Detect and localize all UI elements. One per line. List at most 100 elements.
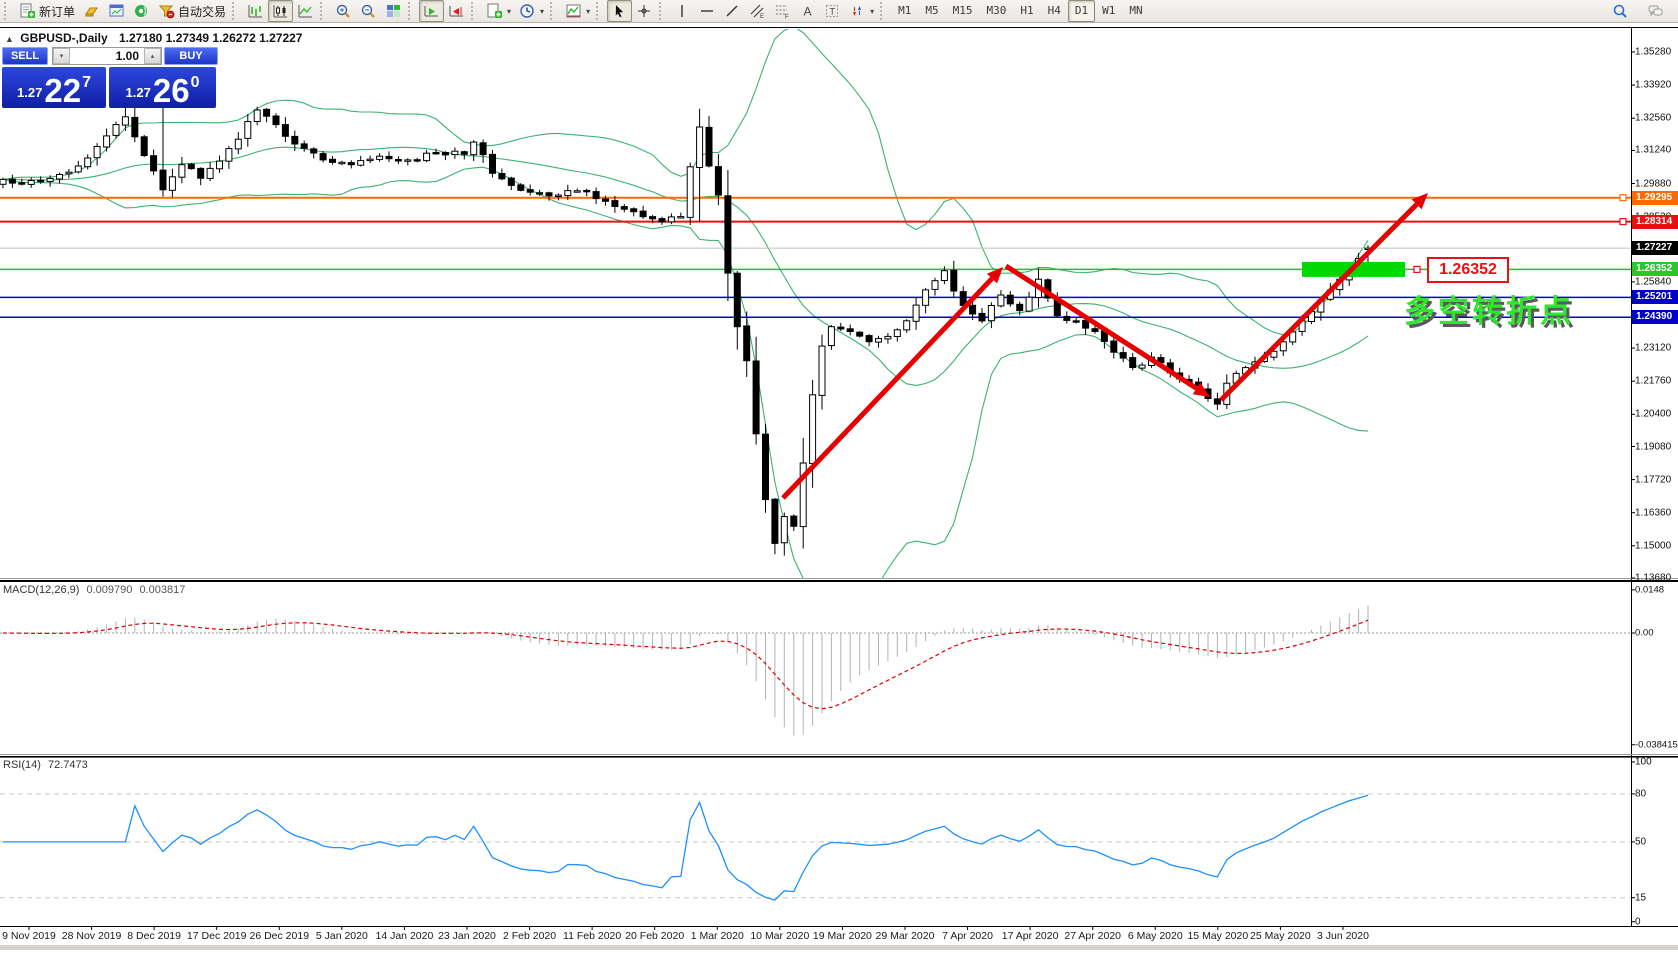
sell-button[interactable]: SELL [2, 47, 48, 65]
chat-icon[interactable] [1643, 0, 1668, 22]
textA-glyph: A [799, 3, 816, 19]
line-chart-icon[interactable] [293, 0, 318, 22]
search-icon[interactable] [1608, 0, 1633, 22]
toolbar-separator [596, 2, 605, 20]
autotrading-button[interactable]: 自动交易 [154, 0, 230, 22]
chart-window-icon[interactable] [104, 0, 129, 22]
fibonacci-icon[interactable]: F [770, 0, 795, 22]
svg-text:F: F [785, 15, 789, 20]
buy-price-point: 0 [191, 74, 200, 92]
new-order-button[interactable]: 新订单 [15, 0, 79, 22]
price-axis-tick: 1.32560 [1635, 113, 1671, 124]
down-trend-arrow[interactable] [1193, 382, 1210, 397]
main-toolbar: 新订单 自动交易 ▾ ▾ ▾ E F A T ▾ M1M5M15M30H1H4D1W1MN [0, 0, 1678, 23]
tf-m30[interactable]: M30 [979, 0, 1013, 22]
dropdown-caret-icon[interactable]: ▾ [586, 7, 590, 16]
chart-window-mini-icon: ▲ [5, 34, 14, 44]
trendline-icon[interactable] [720, 0, 745, 22]
chinese-annotation-text[interactable]: 多空转折点 [1404, 286, 1574, 331]
price-axis-tick: 1.23120 [1635, 343, 1671, 354]
toolbar-separator [550, 2, 559, 20]
chart-shift-icon[interactable] [444, 0, 469, 22]
green-zone-rectangle[interactable] [1302, 262, 1405, 277]
zoom-in-glyph [335, 3, 352, 19]
indicator-glyph [565, 3, 582, 19]
price-level-label[interactable]: 1.26352 [1427, 257, 1509, 283]
tf-h4[interactable]: H4 [1041, 0, 1068, 22]
horizontal-line-icon[interactable] [695, 0, 720, 22]
candles-glyph [272, 3, 289, 19]
sell-price-box[interactable]: 1.27 22 7 [2, 67, 106, 108]
tf-w1[interactable]: W1 [1095, 0, 1122, 22]
sell-price-int: 1.27 [17, 85, 42, 100]
tf-m15[interactable]: M15 [946, 0, 980, 22]
toolbar-handle [4, 2, 13, 20]
price-axis-tick: 1.17720 [1635, 474, 1671, 485]
zoom-out-icon[interactable] [356, 0, 381, 22]
hline-glyph [699, 3, 716, 19]
toolbar-separator [408, 2, 417, 20]
volume-decrease-button[interactable]: ▾ [53, 48, 70, 64]
chart-window: ▲ GBPUSD-,Daily 1.27180 1.27349 1.26272 … [0, 27, 1678, 951]
date-axis-label: 3 Jun 2020 [1317, 930, 1369, 942]
tf-h1[interactable]: H1 [1013, 0, 1040, 22]
date-axis-label: 1 Mar 2020 [691, 930, 744, 942]
up-trend-arrow-2[interactable] [1412, 193, 1428, 209]
cursor-icon[interactable] [607, 0, 632, 22]
dropdown-caret-icon[interactable]: ▾ [870, 7, 874, 16]
text-label-icon[interactable]: T [820, 0, 845, 22]
chart-window-glyph [108, 3, 125, 19]
macd-axis-tick: -0.038415 [1635, 739, 1678, 750]
price-badge-1.28314: 1.28314 [1632, 215, 1678, 229]
date-axis-label: 14 Jan 2020 [376, 930, 434, 942]
up-trend-arrow-1[interactable] [987, 267, 1003, 283]
buy-price-box[interactable]: 1.27 26 0 [109, 67, 216, 108]
new-chart-icon[interactable]: ▾ [482, 0, 515, 22]
one-click-trading-panel: SELL ▾ 1.00 ▴ BUY 1.27 22 7 1.27 26 0 [2, 47, 218, 108]
sounds-icon[interactable] [129, 0, 154, 22]
date-axis-label: 9 Nov 2019 [2, 930, 56, 942]
price-axis-tick: 1.29880 [1635, 178, 1671, 189]
price-axis-tick: 1.13680 [1635, 573, 1671, 584]
autotrading-button-label: 自动交易 [178, 3, 226, 20]
periods-clock-icon[interactable]: ▾ [515, 0, 548, 22]
crosshair-icon[interactable] [632, 0, 657, 22]
bollinger-bands [3, 27, 1368, 592]
volume-increase-button[interactable]: ▴ [144, 48, 161, 64]
text-icon[interactable]: A [795, 0, 820, 22]
tiles-glyph [385, 3, 402, 19]
tf-m5[interactable]: M5 [918, 0, 945, 22]
arrows-icon[interactable]: ▾ [845, 0, 878, 22]
candlestick-chart-icon[interactable] [268, 0, 293, 22]
buy-button[interactable]: BUY [164, 47, 218, 65]
volume-input[interactable]: 1.00 [70, 48, 144, 64]
svg-text:T: T [830, 7, 836, 17]
price-axis-tick: 1.31240 [1635, 145, 1671, 156]
vertical-line-icon[interactable] [670, 0, 695, 22]
gold-icon[interactable] [79, 0, 104, 22]
date-axis-label: 7 Apr 2020 [942, 930, 993, 942]
zoom-in-icon[interactable] [331, 0, 356, 22]
dropdown-caret-icon[interactable]: ▾ [540, 7, 544, 16]
macd-signal-line [3, 620, 1368, 709]
date-axis-label: 23 Jan 2020 [438, 930, 496, 942]
tf-mn[interactable]: MN [1122, 0, 1149, 22]
date-axis-label: 29 Mar 2020 [875, 930, 934, 942]
price-badge-1.26352: 1.26352 [1632, 262, 1678, 276]
svg-text:A: A [804, 5, 812, 19]
price-badge-1.27227: 1.27227 [1632, 241, 1678, 255]
rsi-axis-tick: 50 [1635, 836, 1646, 847]
bar-chart-icon[interactable] [243, 0, 268, 22]
dropdown-caret-icon[interactable]: ▾ [507, 7, 511, 16]
auto-scroll-icon[interactable] [419, 0, 444, 22]
tf-m1[interactable]: M1 [891, 0, 918, 22]
tf-d1[interactable]: D1 [1068, 0, 1095, 22]
rsi-axis-tick: 80 [1635, 788, 1646, 799]
indicators-list-icon[interactable]: ▾ [561, 0, 594, 22]
sound-glyph [133, 3, 150, 19]
price-axis-tick: 1.19080 [1635, 441, 1671, 452]
equidistant-channel-icon[interactable]: E [745, 0, 770, 22]
doc-plus-glyph [486, 3, 503, 19]
price-axis-tick: 1.25840 [1635, 276, 1671, 287]
tile-windows-icon[interactable] [381, 0, 406, 22]
